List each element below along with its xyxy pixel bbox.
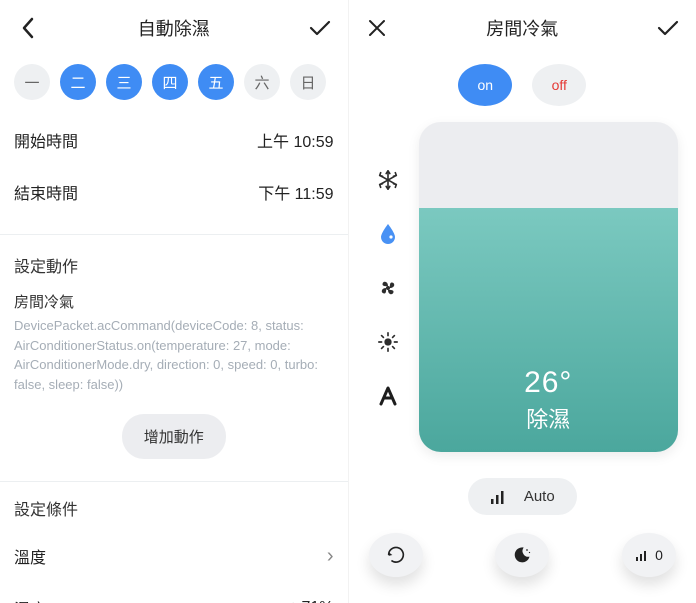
day-selector: 一二三四五六日	[0, 56, 348, 114]
end-time-value: 下午 11:59	[258, 180, 333, 204]
action-device-name: 房間冷氣	[14, 291, 334, 312]
day-button-0[interactable]: 一	[14, 64, 50, 100]
day-button-5[interactable]: 六	[244, 64, 280, 100]
temperature-condition-row[interactable]: 溫度 ›	[0, 530, 348, 582]
humidity-condition-row[interactable]: 濕度 >71%	[0, 582, 348, 603]
humidity-value: >71%	[292, 599, 333, 603]
humidity-label: 濕度	[14, 596, 46, 603]
heat-mode-icon[interactable]	[376, 330, 400, 354]
turbo-button[interactable]: 0	[622, 533, 676, 577]
action-device-detail: DevicePacket.acCommand(deviceCode: 8, st…	[14, 316, 334, 394]
drop-icon	[378, 223, 398, 245]
fan-speed-button[interactable]: Auto	[468, 478, 577, 515]
close-icon	[368, 19, 386, 37]
temperature-card[interactable]: 26° 除濕	[419, 122, 679, 452]
day-button-2[interactable]: 三	[106, 64, 142, 100]
power-toggle: on off	[349, 56, 696, 122]
conditions-section-title: 設定條件	[0, 482, 348, 530]
temperature-display: 26°	[419, 366, 679, 400]
action-item[interactable]: 房間冷氣 DevicePacket.acCommand(deviceCode: …	[0, 287, 348, 408]
dry-mode-icon[interactable]	[376, 222, 400, 246]
back-button[interactable]	[14, 14, 42, 42]
turbo-value: 0	[655, 547, 663, 563]
page-title: 自動除濕	[138, 15, 210, 41]
check-icon	[309, 19, 331, 37]
start-time-label: 開始時間	[14, 128, 78, 152]
start-time-row[interactable]: 開始時間 上午 10:59	[0, 114, 348, 166]
chevron-right-icon: ›	[327, 545, 334, 568]
sun-icon	[377, 331, 399, 353]
auto-mode-icon[interactable]	[376, 384, 400, 408]
end-time-label: 結束時間	[14, 180, 78, 204]
day-button-1[interactable]: 二	[60, 64, 96, 100]
day-button-4[interactable]: 五	[198, 64, 234, 100]
power-off-button[interactable]: off	[532, 64, 586, 106]
temperature-label: 溫度	[14, 544, 46, 568]
back-icon	[21, 17, 35, 39]
sleep-button[interactable]	[495, 533, 549, 577]
start-time-value: 上午 10:59	[257, 128, 334, 152]
letter-a-icon	[378, 386, 398, 406]
cool-mode-icon[interactable]	[376, 168, 400, 192]
fan-speed-label: Auto	[524, 488, 555, 505]
swing-button[interactable]	[369, 533, 423, 577]
actions-section-title: 設定動作	[0, 235, 348, 287]
close-button[interactable]	[363, 14, 391, 42]
mode-selector	[367, 122, 409, 452]
power-on-button[interactable]: on	[458, 64, 512, 106]
bars-icon	[490, 489, 510, 505]
ac-title: 房間冷氣	[486, 15, 558, 41]
fan-mode-icon[interactable]	[376, 276, 400, 300]
check-icon	[657, 19, 679, 37]
turbo-icon	[635, 548, 651, 562]
day-button-3[interactable]: 四	[152, 64, 188, 100]
fan-icon	[377, 277, 399, 299]
end-time-row[interactable]: 結束時間 下午 11:59	[0, 166, 348, 235]
swing-icon	[385, 544, 407, 566]
confirm-button[interactable]	[306, 14, 334, 42]
mode-display: 除濕	[419, 402, 679, 434]
confirm-button[interactable]	[654, 14, 682, 42]
day-button-6[interactable]: 日	[290, 64, 326, 100]
snowflake-icon	[377, 169, 399, 191]
add-action-button[interactable]: 增加動作	[122, 414, 226, 459]
sleep-icon	[512, 545, 532, 565]
